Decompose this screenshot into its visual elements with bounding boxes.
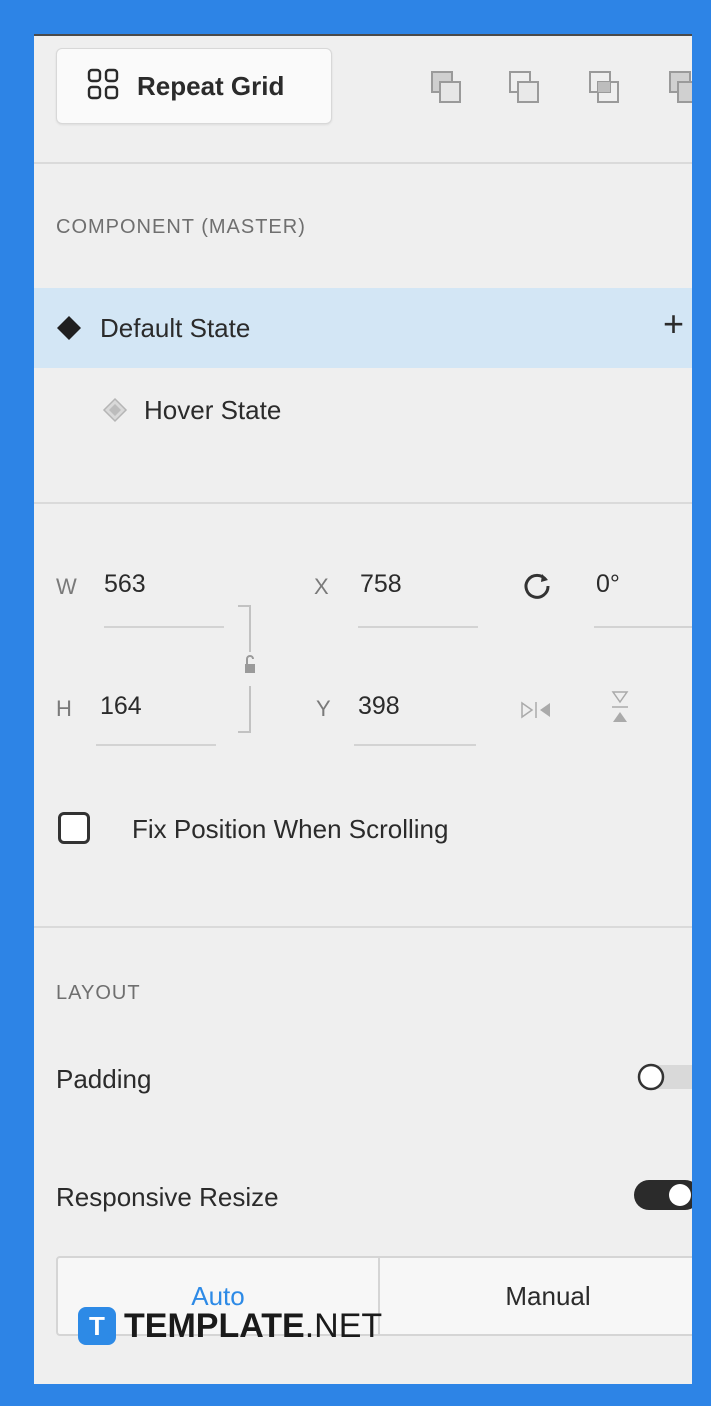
width-underline: [104, 626, 224, 628]
responsive-resize-label: Responsive Resize: [56, 1182, 279, 1212]
template-logo-icon: T: [78, 1307, 116, 1345]
component-section-title: COMPONENT (MASTER): [56, 216, 306, 238]
padding-label: Padding: [56, 1064, 152, 1094]
lock-aspect-bracket[interactable]: [234, 604, 258, 734]
add-state-icon[interactable]: +: [663, 306, 684, 342]
state-label-default: Default State: [100, 312, 251, 343]
duplicate-icon[interactable]: [504, 68, 544, 108]
y-label: Y: [316, 696, 331, 721]
repeat-grid-button[interactable]: Repeat Grid: [56, 48, 332, 124]
template-net-watermark: T TEMPLATE.NET: [78, 1306, 382, 1346]
state-row-default[interactable]: Default State +: [34, 288, 692, 368]
fix-position-label: Fix Position When Scrolling: [132, 814, 449, 844]
fix-position-checkbox[interactable]: [58, 812, 90, 844]
height-underline: [96, 744, 216, 746]
state-row-hover[interactable]: Hover State: [34, 370, 692, 450]
rotation-underline: [594, 626, 692, 628]
x-label: X: [314, 574, 329, 599]
width-label: W: [56, 574, 77, 599]
rotation-input[interactable]: 0°: [596, 570, 620, 599]
layout-section-title: LAYOUT: [56, 982, 141, 1004]
divider: [34, 926, 692, 928]
flip-horizontal-icon[interactable]: [520, 700, 552, 720]
divider: [34, 162, 692, 164]
padding-toggle[interactable]: [636, 1062, 692, 1092]
exclude-icon[interactable]: [664, 68, 692, 108]
watermark-brand: TEMPLATE: [124, 1306, 305, 1345]
rotate-icon[interactable]: [522, 570, 552, 600]
manual-mode-button[interactable]: Manual: [378, 1258, 692, 1334]
group-icon[interactable]: [426, 68, 466, 108]
diamond-filled-icon: [56, 315, 82, 341]
diamond-outline-icon: [102, 397, 128, 423]
repeat-grid-icon: [87, 68, 119, 105]
repeat-grid-label: Repeat Grid: [137, 70, 285, 101]
x-underline: [358, 626, 478, 628]
x-input[interactable]: 758: [360, 570, 402, 599]
properties-panel: Repeat Grid COMPONENT (MASTER) Default S…: [34, 34, 692, 1384]
width-input[interactable]: 563: [104, 570, 146, 599]
intersect-icon[interactable]: [584, 68, 624, 108]
responsive-resize-toggle[interactable]: [634, 1178, 692, 1212]
divider: [34, 502, 692, 504]
y-underline: [354, 744, 476, 746]
height-input[interactable]: 164: [100, 692, 142, 721]
flip-vertical-icon[interactable]: [610, 690, 630, 724]
watermark-suffix: .NET: [304, 1306, 383, 1345]
y-input[interactable]: 398: [358, 692, 400, 721]
state-label-hover: Hover State: [144, 394, 282, 425]
height-label: H: [56, 696, 72, 721]
